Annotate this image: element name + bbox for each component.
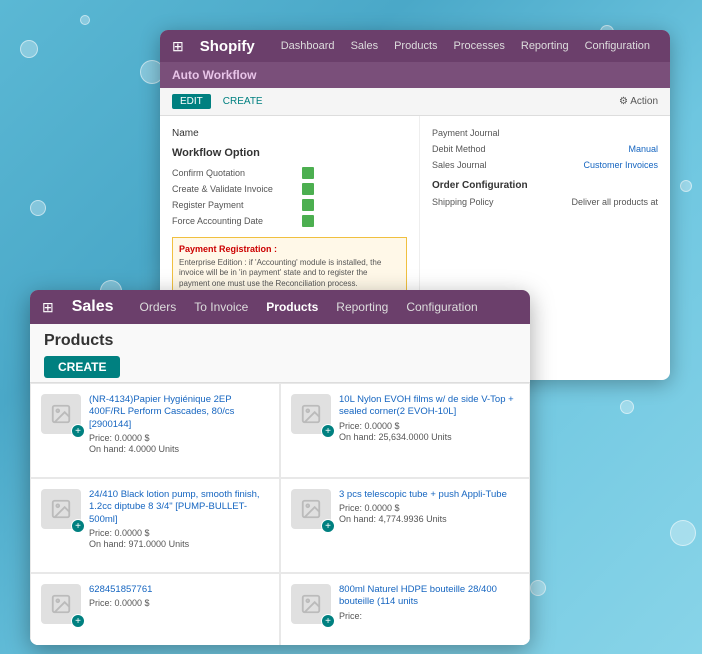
sales-nav-products[interactable]: Products bbox=[266, 300, 318, 314]
order-config-title: Order Configuration bbox=[432, 180, 658, 191]
sales-grid-icon: ⊞ bbox=[42, 299, 54, 316]
shopify-nav-sales[interactable]: Sales bbox=[351, 40, 379, 52]
workflow-check-0 bbox=[302, 167, 314, 179]
product-stock: On hand: 4,774.9936 Units bbox=[339, 514, 519, 524]
shopify-nav-configuration[interactable]: Configuration bbox=[585, 40, 650, 52]
product-card[interactable]: + (NR-4134)Papier Hygiénique 2EP 400F/RL… bbox=[30, 383, 280, 478]
product-name[interactable]: 800ml Naturel HDPE bouteille 28/400 bout… bbox=[339, 584, 519, 609]
products-grid: + (NR-4134)Papier Hygiénique 2EP 400F/RL… bbox=[30, 383, 530, 645]
sales-nav-reporting[interactable]: Reporting bbox=[336, 300, 388, 314]
product-price: Price: 0.0000 $ bbox=[89, 598, 269, 608]
shopify-toolbar: EDIT CREATE ⚙ Action bbox=[160, 88, 670, 116]
shipping-policy-row: Shipping Policy Deliver all products at bbox=[432, 197, 658, 207]
name-field-label: Name bbox=[172, 128, 407, 139]
product-thumbnail: + bbox=[291, 489, 331, 529]
shopify-page-title: Auto Workflow bbox=[172, 68, 256, 82]
product-info: 800ml Naturel HDPE bouteille 28/400 bout… bbox=[339, 584, 519, 622]
create-product-button[interactable]: CREATE bbox=[44, 356, 120, 378]
product-name[interactable]: 10L Nylon EVOH films w/ de side V-Top + … bbox=[339, 394, 519, 419]
product-card[interactable]: + 10L Nylon EVOH films w/ de side V-Top … bbox=[280, 383, 530, 478]
create-button-sm[interactable]: CREATE bbox=[217, 94, 269, 109]
workflow-row-1: Create & Validate Invoice bbox=[172, 183, 407, 195]
sales-topbar: ⊞ Sales Orders To Invoice Products Repor… bbox=[30, 290, 530, 324]
product-card[interactable]: + 800ml Naturel HDPE bouteille 28/400 bo… bbox=[280, 573, 530, 645]
workflow-row-3: Force Accounting Date bbox=[172, 215, 407, 227]
payment-reg-title: Payment Registration : bbox=[179, 244, 400, 254]
sales-journal-value: Customer Invoices bbox=[583, 160, 658, 170]
shopify-nav-dashboard[interactable]: Dashboard bbox=[281, 40, 335, 52]
add-product-icon[interactable]: + bbox=[321, 424, 335, 438]
product-name[interactable]: 24/410 Black lotion pump, smooth finish,… bbox=[89, 489, 269, 526]
shipping-policy-value: Deliver all products at bbox=[571, 197, 658, 207]
sales-brand: Sales bbox=[72, 298, 114, 316]
workflow-label-0: Confirm Quotation bbox=[172, 168, 302, 178]
workflow-row-0: Confirm Quotation bbox=[172, 167, 407, 179]
product-info: 628451857761 Price: 0.0000 $ bbox=[89, 584, 269, 609]
add-product-icon[interactable]: + bbox=[71, 424, 85, 438]
product-card[interactable]: + 24/410 Black lotion pump, smooth finis… bbox=[30, 478, 280, 573]
product-name[interactable]: (NR-4134)Papier Hygiénique 2EP 400F/RL P… bbox=[89, 394, 269, 431]
debit-method-row: Debit Method Manual bbox=[432, 144, 658, 154]
sales-page-title: Products bbox=[44, 332, 516, 350]
product-info: (NR-4134)Papier Hygiénique 2EP 400F/RL P… bbox=[89, 394, 269, 454]
payment-journal-label: Payment Journal bbox=[432, 128, 500, 138]
product-thumbnail: + bbox=[41, 489, 81, 529]
add-product-icon[interactable]: + bbox=[321, 614, 335, 628]
add-product-icon[interactable]: + bbox=[321, 519, 335, 533]
product-price: Price: 0.0000 $ bbox=[339, 503, 519, 513]
product-thumbnail: + bbox=[291, 394, 331, 434]
shopify-nav-products[interactable]: Products bbox=[394, 40, 437, 52]
add-product-icon[interactable]: + bbox=[71, 614, 85, 628]
product-stock: On hand: 25,634.0000 Units bbox=[339, 432, 519, 442]
workflow-label-3: Force Accounting Date bbox=[172, 216, 302, 226]
product-info: 24/410 Black lotion pump, smooth finish,… bbox=[89, 489, 269, 549]
workflow-row-2: Register Payment bbox=[172, 199, 407, 211]
workflow-check-1 bbox=[302, 183, 314, 195]
product-price: Price: 0.0000 $ bbox=[89, 528, 269, 538]
shopify-nav-reporting[interactable]: Reporting bbox=[521, 40, 569, 52]
edit-button[interactable]: EDIT bbox=[172, 94, 211, 109]
shopify-topbar: ⊞ Shopify Dashboard Sales Products Proce… bbox=[160, 30, 670, 62]
debit-method-value: Manual bbox=[628, 144, 658, 154]
workflow-check-2 bbox=[302, 199, 314, 211]
workflow-check-3 bbox=[302, 215, 314, 227]
sales-window: ⊞ Sales Orders To Invoice Products Repor… bbox=[30, 290, 530, 645]
product-thumbnail: + bbox=[41, 394, 81, 434]
sales-journal-row: Sales Journal Customer Invoices bbox=[432, 160, 658, 170]
product-price: Price: bbox=[339, 611, 519, 621]
add-product-icon[interactable]: + bbox=[71, 519, 85, 533]
shopify-brand: Shopify bbox=[200, 38, 255, 55]
sales-page-header: Products CREATE bbox=[30, 324, 530, 383]
payment-journal-row: Payment Journal bbox=[432, 128, 658, 138]
product-stock: On hand: 971.0000 Units bbox=[89, 539, 269, 549]
product-stock: On hand: 4.0000 Units bbox=[89, 444, 269, 454]
shopify-nav-processes[interactable]: Processes bbox=[454, 40, 505, 52]
sales-journal-label: Sales Journal bbox=[432, 160, 487, 170]
workflow-option-title: Workflow Option bbox=[172, 147, 407, 159]
sales-nav-configuration[interactable]: Configuration bbox=[406, 300, 477, 314]
product-price: Price: 0.0000 $ bbox=[339, 421, 519, 431]
product-thumbnail: + bbox=[291, 584, 331, 624]
shopify-subbar: Auto Workflow bbox=[160, 62, 670, 88]
action-button[interactable]: ⚙ Action bbox=[619, 96, 658, 107]
product-price: Price: 0.0000 $ bbox=[89, 433, 269, 443]
product-card[interactable]: + 628451857761 Price: 0.0000 $ bbox=[30, 573, 280, 645]
workflow-label-1: Create & Validate Invoice bbox=[172, 184, 302, 194]
product-name[interactable]: 628451857761 bbox=[89, 584, 269, 596]
workflow-label-2: Register Payment bbox=[172, 200, 302, 210]
sales-nav-toinvoice[interactable]: To Invoice bbox=[194, 300, 248, 314]
payment-reg-text: Enterprise Edition : if 'Accounting' mod… bbox=[179, 258, 400, 289]
shipping-policy-label: Shipping Policy bbox=[432, 197, 494, 207]
product-thumbnail: + bbox=[41, 584, 81, 624]
debit-method-label: Debit Method bbox=[432, 144, 486, 154]
grid-icon: ⊞ bbox=[172, 38, 184, 55]
product-info: 10L Nylon EVOH films w/ de side V-Top + … bbox=[339, 394, 519, 442]
product-name[interactable]: 3 pcs telescopic tube + push Appli-Tube bbox=[339, 489, 519, 501]
sales-nav-orders[interactable]: Orders bbox=[140, 300, 177, 314]
product-info: 3 pcs telescopic tube + push Appli-Tube … bbox=[339, 489, 519, 524]
product-card[interactable]: + 3 pcs telescopic tube + push Appli-Tub… bbox=[280, 478, 530, 573]
